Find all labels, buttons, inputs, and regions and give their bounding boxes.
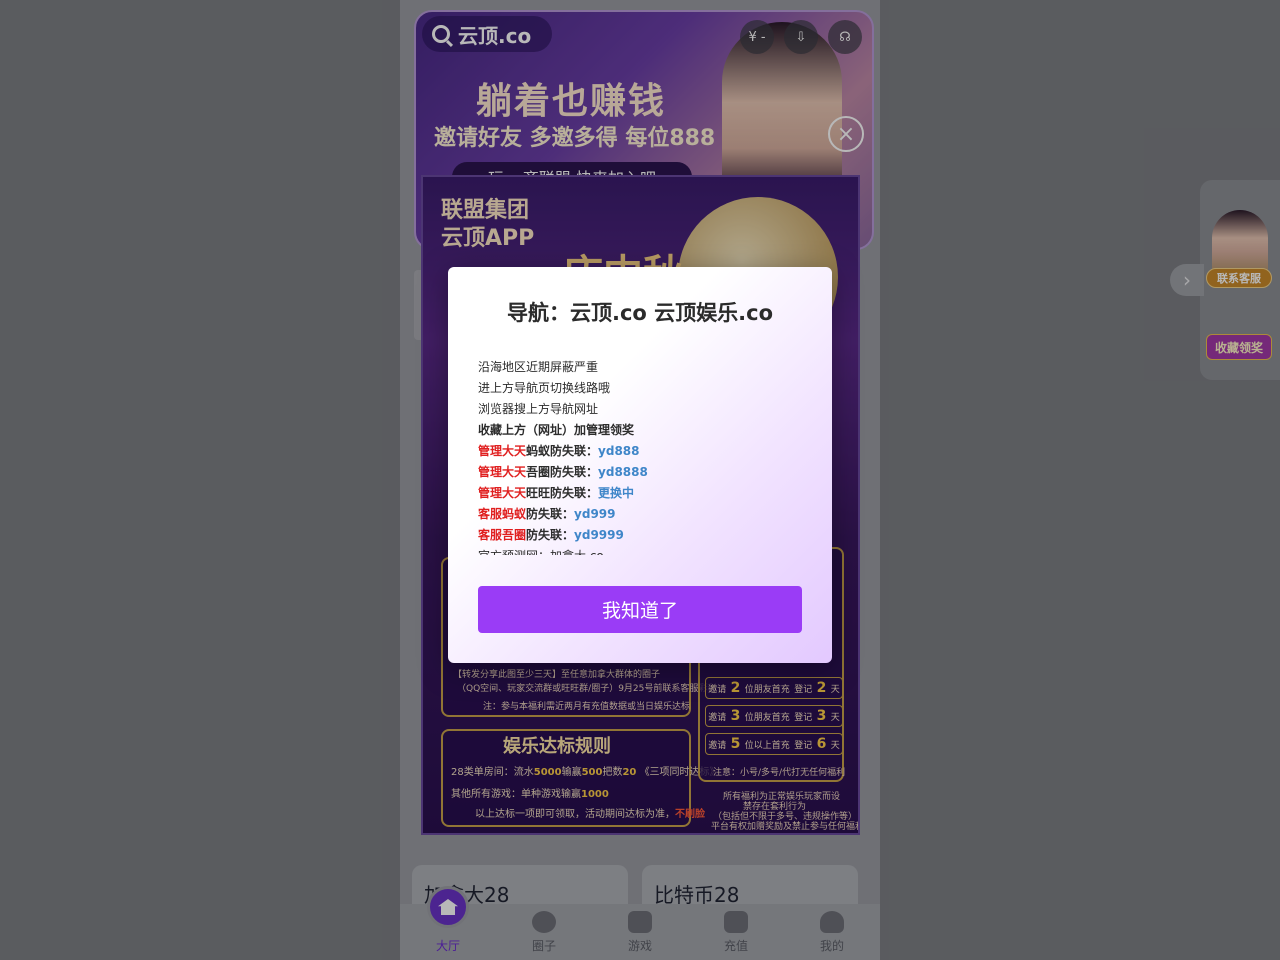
modal-body[interactable]: 沿海地区近期屏蔽严重 进上方导航页切换线路哦 浏览器搜上方导航网址 收藏上方（网… (478, 357, 808, 555)
line-highlight: 管理大天 (478, 465, 527, 479)
line-contact[interactable]: yd999 (574, 507, 615, 521)
modal-line: 管理大天蚂蚁防失联：yd888 (478, 441, 808, 462)
line-text: 吾圈防失联： (526, 465, 599, 479)
modal-line: 收藏上方（网址）加管理领奖 (478, 423, 635, 437)
navigation-modal: 导航：云顶.co 云顶娱乐.co 沿海地区近期屏蔽严重 进上方导航页切换线路哦 … (448, 267, 832, 663)
modal-line: 客服吾圈防失联：yd9999 (478, 525, 808, 546)
line-text: 蚂蚁防失联： (526, 444, 599, 458)
modal-line: 管理大天吾圈防失联：yd8888 (478, 462, 808, 483)
modal-title: 导航：云顶.co 云顶娱乐.co (506, 301, 774, 325)
line-highlight: 管理大天 (478, 444, 527, 458)
modal-line: 沿海地区近期屏蔽严重 (478, 360, 599, 374)
acknowledge-button[interactable]: 我知道了 (478, 586, 802, 633)
line-contact[interactable]: yd8888 (598, 465, 648, 479)
line-highlight: 管理大天 (478, 486, 527, 500)
modal-line: 进上方导航页切换线路哦 (478, 381, 611, 395)
line-highlight: 客服吾圈 (478, 528, 527, 542)
line-text: 防失联： (526, 528, 575, 542)
line-contact[interactable]: yd888 (598, 444, 639, 458)
modal-line: 官方预测网：加拿大.co (478, 546, 808, 555)
modal-line: 浏览器搜上方导航网址 (478, 402, 599, 416)
modal-line: 客服蚂蚁防失联：yd999 (478, 504, 808, 525)
line-contact[interactable]: yd9999 (574, 528, 624, 542)
line-contact[interactable]: 更换中 (598, 486, 634, 500)
modal-line: 管理大天旺旺防失联：更换中 (478, 483, 808, 504)
line-text: 防失联： (526, 507, 575, 521)
line-text: 旺旺防失联： (526, 486, 599, 500)
line-highlight: 客服蚂蚁 (478, 507, 527, 521)
